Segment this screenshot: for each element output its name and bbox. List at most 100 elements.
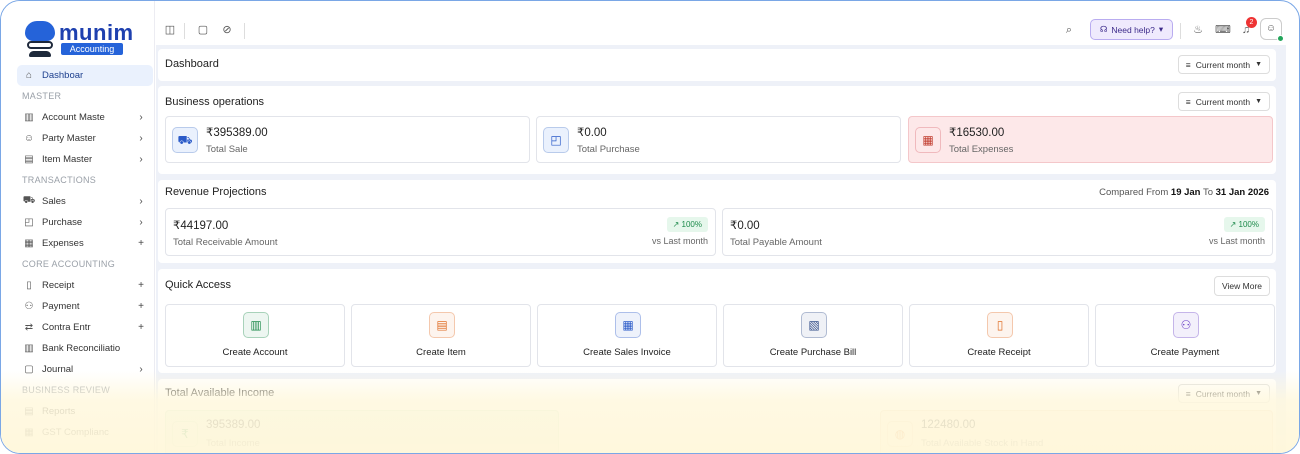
total-purchase-card[interactable]: ◰ ₹0.00 Total Purchase (536, 116, 901, 163)
headset-icon: ☊ (1099, 24, 1108, 34)
sidebar: munim Accounting ⌂ Dashboar MASTER ▥ Acc… (1, 1, 155, 453)
sidebar-nav: ⌂ Dashboar MASTER ▥ Account Maste › ☺ Pa… (17, 65, 153, 443)
sidebar-item-payment[interactable]: ⚇ Payment + (17, 296, 153, 317)
search-icon[interactable]: ⌕ (1062, 23, 1076, 37)
bag-icon: ◰ (24, 217, 34, 228)
quick-access-tile[interactable]: ▯ Create Receipt (909, 304, 1089, 367)
home-icon: ⌂ (25, 70, 33, 81)
comparison-range: Compared From 19 Jan To 31 Jan 2026 (1099, 187, 1269, 198)
change-badge: ↗ 100% (666, 217, 708, 232)
total-sale-card[interactable]: ⛟ ₹395389.00 Total Sale (165, 116, 530, 163)
app-window: munim Accounting ⌂ Dashboar MASTER ▥ Acc… (0, 0, 1300, 454)
sidebar-item-sales[interactable]: ⛟ Sales › (17, 191, 153, 212)
change-value: 100% (681, 220, 702, 229)
sidebar-item-gst[interactable]: ▦ GST Complianc (17, 422, 153, 443)
quick-access-label: Create Receipt (967, 347, 1031, 358)
caret-down-icon: ▼ (1255, 390, 1262, 397)
plus-icon[interactable]: + (135, 238, 147, 249)
sidebar-item-expenses[interactable]: ▦ Expenses + (17, 233, 153, 254)
plus-icon[interactable]: + (135, 301, 147, 312)
vs-label: vs Last month (651, 236, 708, 246)
sidebar-item-contra[interactable]: ⇄ Contra Entr + (17, 317, 153, 338)
total-income-stat[interactable]: ₹ 395389.00 Total Income (165, 410, 559, 453)
eye-off-icon[interactable]: ⊘ (220, 23, 234, 37)
quick-access-tile[interactable]: ▥ Create Account (165, 304, 345, 367)
stat-value: ₹0.00 (577, 127, 607, 139)
cloud-icon (25, 21, 55, 41)
dashboard-header: Dashboard ≡ Current month ▼ (158, 49, 1276, 81)
chevron-right-icon: › (139, 364, 143, 375)
sidebar-item-receipt[interactable]: ▯ Receipt + (17, 275, 153, 296)
rupee-icon: ₹ (172, 421, 198, 447)
plus-icon[interactable]: + (135, 280, 147, 291)
chevron-right-icon: › (139, 196, 143, 207)
bulb-icon[interactable]: ♨ (1191, 23, 1205, 37)
help-button[interactable]: ☊ Need help? ▾ (1090, 19, 1173, 40)
stat-value: ₹16530.00 (949, 127, 1005, 139)
quick-access-label: Create Account (222, 347, 288, 358)
gst-icon: ▦ (24, 427, 34, 438)
sidebar-item-reports[interactable]: ▤ Reports (17, 401, 153, 422)
notification-badge: 2 (1246, 17, 1257, 28)
sidebar-item-purchase[interactable]: ◰ Purchase › (17, 212, 153, 233)
sidebar-item-label: Receipt (42, 280, 75, 291)
card-title: Total Available Income (165, 387, 275, 399)
sidebar-item-journal[interactable]: ▢ Journal › (17, 359, 153, 380)
quick-access-tile[interactable]: ▦ Create Sales Invoice (537, 304, 717, 367)
plus-icon[interactable]: + (135, 322, 147, 333)
period-dropdown[interactable]: ≡ Current month ▼ (1177, 92, 1270, 111)
user-icon: ☺ (1265, 23, 1277, 34)
sidebar-toggle-icon[interactable]: ◫ (163, 23, 177, 37)
change-badge: ↗ 100% (1223, 217, 1265, 232)
bank-icon: ▥ (24, 343, 34, 354)
card-title: Quick Access (165, 279, 232, 291)
period-dropdown[interactable]: ≡ Current month ▼ (1177, 55, 1270, 74)
trend-up-icon: ↗ (1229, 220, 1239, 229)
stat-value: 122480.00 (921, 419, 976, 431)
item-icon: ▤ (429, 312, 455, 338)
brand-logo[interactable]: munim Accounting (23, 19, 133, 59)
payable-card[interactable]: ₹0.00 Total Payable Amount ↗ 100% vs Las… (722, 208, 1273, 256)
mustache-icon (29, 51, 51, 57)
filter-icon: ≡ (1185, 388, 1191, 399)
section-master: MASTER (22, 91, 62, 101)
sidebar-item-dashboard[interactable]: ⌂ Dashboar (17, 65, 153, 86)
section-core: CORE ACCOUNTING (22, 259, 116, 269)
building-icon: ▥ (24, 112, 34, 123)
compared-prefix: Compared From (1099, 187, 1169, 198)
online-dot (1277, 35, 1284, 42)
stock-in-hand-stat[interactable]: ◍ 122480.00 Total Available Stock in Han… (880, 410, 1273, 453)
period-dropdown[interactable]: ≡ Current month ▼ (1177, 384, 1270, 403)
cart-icon: ⛟ (22, 195, 36, 206)
stat-label: Total Payable Amount (730, 237, 822, 248)
card-title: Revenue Projections (165, 186, 267, 198)
contra-icon: ⇄ (24, 322, 34, 333)
main-content: Dashboard ≡ Current month ▼ Business ope… (156, 45, 1286, 453)
section-transactions: TRANSACTIONS (22, 175, 97, 185)
card-title: Business operations (165, 96, 265, 108)
payment-icon: ⚇ (1173, 312, 1199, 338)
trend-up-icon: ↗ (672, 220, 682, 229)
sidebar-item-label: Party Master (42, 133, 96, 144)
quick-access-tile[interactable]: ▧ Create Purchase Bill (723, 304, 903, 367)
period-label: Current month (1195, 96, 1251, 107)
quick-access-tile[interactable]: ▤ Create Item (351, 304, 531, 367)
avatar[interactable]: ☺ (1260, 18, 1284, 42)
sidebar-item-bank-reconciliation[interactable]: ▥ Bank Reconciliatio (17, 338, 153, 359)
sidebar-item-party-master[interactable]: ☺ Party Master › (17, 128, 153, 149)
sidebar-item-account-master[interactable]: ▥ Account Maste › (17, 107, 153, 128)
keyboard-icon[interactable]: ⌨ (1215, 23, 1231, 37)
chevron-right-icon: › (139, 112, 143, 123)
chevron-right-icon: › (139, 154, 143, 165)
total-expenses-card[interactable]: ▦ ₹16530.00 Total Expenses (908, 116, 1273, 163)
divider (1180, 23, 1181, 39)
compared-to: 31 Jan 2026 (1215, 187, 1269, 198)
view-more-button[interactable]: View More (1214, 276, 1270, 296)
stat-label: Total Sale (206, 144, 248, 155)
receivable-card[interactable]: ₹44197.00 Total Receivable Amount ↗ 100%… (165, 208, 716, 256)
document-icon[interactable]: ▢ (196, 23, 210, 37)
quick-access-tile[interactable]: ⚇ Create Payment (1095, 304, 1275, 367)
revenue-projections-card: Revenue Projections Compared From 19 Jan… (158, 180, 1276, 263)
sidebar-item-item-master[interactable]: ▤ Item Master › (17, 149, 153, 170)
filter-icon: ≡ (1185, 96, 1191, 107)
